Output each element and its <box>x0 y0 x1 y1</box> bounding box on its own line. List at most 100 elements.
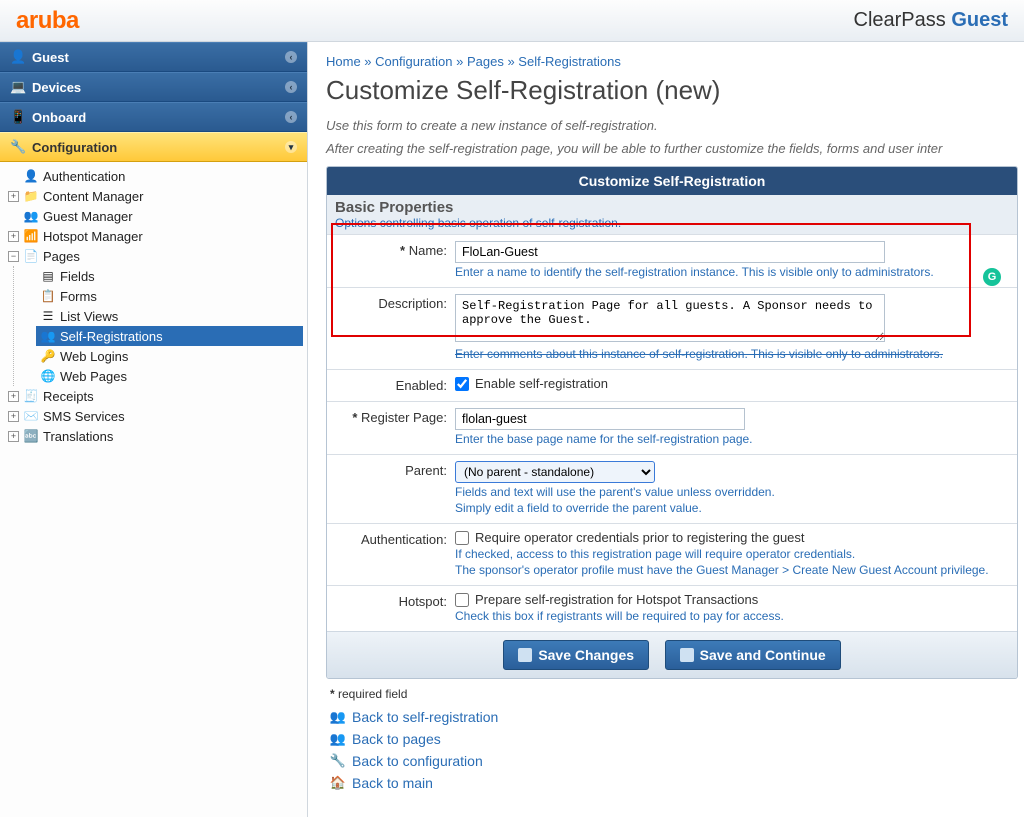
crumb-pages[interactable]: Pages <box>467 54 504 69</box>
tree-web-pages[interactable]: 🌐Web Pages <box>36 366 303 386</box>
nav-guest[interactable]: 👤Guest ‹ <box>0 42 307 72</box>
expand-icon[interactable]: + <box>8 431 19 442</box>
required-footnote: * required field <box>330 687 1014 701</box>
wrench-icon: 🔧 <box>10 139 26 155</box>
nav-configuration[interactable]: 🔧Configuration ▾ <box>0 132 307 162</box>
nav-tree: 👤Authentication +📁Content Manager 👥Guest… <box>0 162 307 454</box>
form-section: Customize Self-Registration Basic Proper… <box>326 166 1018 679</box>
enabled-ck-label: Enable self-registration <box>475 376 608 391</box>
nav-devices-label: Devices <box>32 80 81 95</box>
collapse-icon[interactable]: − <box>8 251 19 262</box>
tree-authentication[interactable]: 👤Authentication <box>4 166 303 186</box>
link-back-selfreg[interactable]: 👥Back to self-registration <box>330 709 1014 725</box>
hotspot-icon: 📶 <box>23 228 39 244</box>
tree-list-views[interactable]: ☰List Views <box>36 306 303 326</box>
auth-help1: If checked, access to this registration … <box>455 547 1009 561</box>
nav-onboard-label: Onboard <box>32 110 86 125</box>
wrench-icon: 🔧 <box>330 753 346 769</box>
tree-sms-services[interactable]: +✉️SMS Services <box>4 406 303 426</box>
expand-icon[interactable]: + <box>8 191 19 202</box>
page-hint-2: After creating the self-registration pag… <box>326 141 1018 156</box>
tree-pages[interactable]: −📄Pages <box>4 246 303 266</box>
weblogin-icon: 🔑 <box>40 348 56 364</box>
row-register-page: * Register Page: Enter the base page nam… <box>327 401 1017 454</box>
tree-forms[interactable]: 📋Forms <box>36 286 303 306</box>
subhead-help: Options controlling basic operation of s… <box>335 216 1009 230</box>
description-textarea[interactable]: Self-Registration Page for all guests. A… <box>455 294 885 342</box>
register-page-input[interactable] <box>455 408 745 430</box>
save-changes-button[interactable]: Save Changes <box>503 640 649 670</box>
link-back-pages[interactable]: 👥Back to pages <box>330 731 1014 747</box>
desc-help: Enter comments about this instance of se… <box>455 347 1009 361</box>
name-input[interactable] <box>455 241 885 263</box>
regpage-label: Register Page: <box>361 410 447 425</box>
name-help: Enter a name to identify the self-regist… <box>455 265 1009 279</box>
selfreg-icon: 👥 <box>40 328 56 344</box>
expand-icon[interactable]: + <box>8 391 19 402</box>
row-name: * Name: Enter a name to identify the sel… <box>327 234 1017 287</box>
tree-web-logins[interactable]: 🔑Web Logins <box>36 346 303 366</box>
field-icon: ▤ <box>40 268 56 284</box>
form-icon: 📋 <box>40 288 56 304</box>
folder-icon: 📁 <box>23 188 39 204</box>
subhead-title: Basic Properties <box>335 199 1009 216</box>
row-enabled: Enabled: Enable self-registration <box>327 369 1017 401</box>
expand-icon[interactable]: + <box>8 411 19 422</box>
regpage-help: Enter the base page name for the self-re… <box>455 432 1009 446</box>
parent-help2: Simply edit a field to override the pare… <box>455 501 1009 515</box>
save-continue-button[interactable]: Save and Continue <box>665 640 841 670</box>
crumb-selfreg[interactable]: Self-Registrations <box>518 54 621 69</box>
back-icon: 👥 <box>330 731 346 747</box>
tree-receipts[interactable]: +🧾Receipts <box>4 386 303 406</box>
home-icon: 🏠 <box>330 775 346 791</box>
nav-onboard[interactable]: 📱 Onboard ‹ <box>0 102 307 132</box>
hotspot-ck-label: Prepare self-registration for Hotspot Tr… <box>475 592 758 607</box>
nav-guest-label: Guest <box>32 50 69 65</box>
sidebar: 👤Guest ‹ 💻Devices ‹ 📱Onboard ‹ 🔧Configur… <box>0 42 308 817</box>
page-hint-1: Use this form to create a new instance o… <box>326 118 1018 133</box>
link-back-main[interactable]: 🏠Back to main <box>330 775 1014 791</box>
tree-fields[interactable]: ▤Fields <box>36 266 303 286</box>
parent-label: Parent: <box>405 463 447 478</box>
desc-label: Description: <box>378 296 447 311</box>
chevron-left-icon: ‹ <box>285 111 297 123</box>
row-hotspot: Hotspot: Prepare self-registration for H… <box>327 585 1017 631</box>
devices-icon: 💻 <box>10 79 26 95</box>
page-icon: 📄 <box>23 248 39 264</box>
tree-content-manager[interactable]: +📁Content Manager <box>4 186 303 206</box>
crumb-config[interactable]: Configuration <box>375 54 452 69</box>
enabled-label: Enabled: <box>396 378 447 393</box>
section-title: Customize Self-Registration <box>327 167 1017 195</box>
onboard-icon: 📱 <box>10 109 26 125</box>
back-icon: 👥 <box>330 709 346 725</box>
enabled-checkbox[interactable] <box>455 377 469 391</box>
tree-guest-manager[interactable]: 👥Guest Manager <box>4 206 303 226</box>
webpage-icon: 🌐 <box>40 368 56 384</box>
hotspot-label: Hotspot: <box>399 594 447 609</box>
grammarly-icon[interactable]: G <box>983 268 1001 286</box>
tree-hotspot-manager[interactable]: +📶Hotspot Manager <box>4 226 303 246</box>
user-icon: 👤 <box>23 168 39 184</box>
product-title: ClearPass Guest <box>854 9 1009 32</box>
link-back-config[interactable]: 🔧Back to configuration <box>330 753 1014 769</box>
users-icon: 👥 <box>23 208 39 224</box>
auth-checkbox[interactable] <box>455 531 469 545</box>
row-description: Description: Self-Registration Page for … <box>327 287 1017 369</box>
product-name: ClearPass <box>854 9 952 31</box>
button-bar: Save Changes Save and Continue <box>327 631 1017 678</box>
expand-icon[interactable]: + <box>8 231 19 242</box>
page-title: Customize Self-Registration (new) <box>326 75 1018 106</box>
breadcrumb: Home » Configuration » Pages » Self-Regi… <box>326 54 1018 69</box>
parent-select[interactable]: (No parent - standalone) <box>455 461 655 483</box>
hotspot-checkbox[interactable] <box>455 593 469 607</box>
tree-translations[interactable]: +🔤Translations <box>4 426 303 446</box>
nav-devices[interactable]: 💻 Devices ‹ <box>0 72 307 102</box>
main-content: Home » Configuration » Pages » Self-Regi… <box>308 42 1024 817</box>
tree-self-registrations[interactable]: 👥Self-Registrations <box>36 326 303 346</box>
crumb-home[interactable]: Home <box>326 54 361 69</box>
chevron-left-icon: ‹ <box>285 81 297 93</box>
save-icon <box>518 648 532 662</box>
chevron-left-icon: ‹ <box>285 51 297 63</box>
logo-aruba: aruba <box>16 7 79 35</box>
parent-help1: Fields and text will use the parent's va… <box>455 485 1009 499</box>
